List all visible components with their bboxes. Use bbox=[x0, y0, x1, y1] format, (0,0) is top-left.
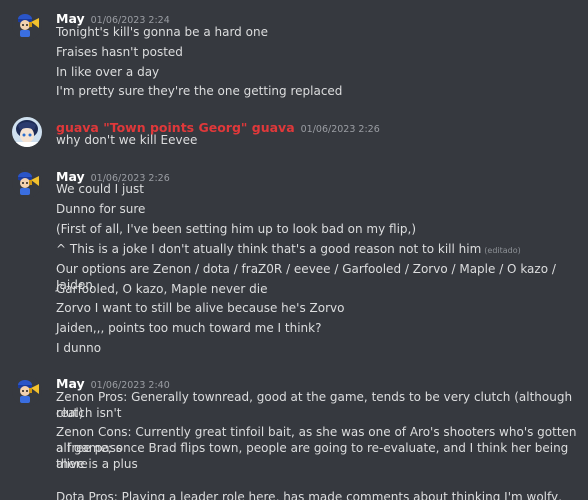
mascot-avatar-icon bbox=[12, 10, 42, 40]
message-line: real) bbox=[56, 406, 84, 420]
message-text: ^ This is a joke I don't atually think t… bbox=[56, 242, 482, 256]
user-avatar[interactable] bbox=[12, 10, 42, 40]
message-line: I'm pretty sure they're the one getting … bbox=[56, 84, 343, 98]
message-line: I dunno bbox=[56, 341, 102, 355]
user-avatar[interactable] bbox=[12, 168, 42, 198]
message-line: why don't we kill Eevee bbox=[56, 133, 198, 147]
message-line: Jaiden,,, points too much toward me I th… bbox=[56, 321, 322, 335]
message-line: ^ This is a joke I don't atually think t… bbox=[56, 241, 580, 259]
message-line: Zorvo I want to still be alive because h… bbox=[56, 301, 345, 315]
message-line: there bbox=[56, 457, 88, 471]
message-line: Dunno for sure bbox=[56, 202, 146, 216]
mascot-avatar-icon bbox=[12, 376, 42, 406]
message-line: Tonight's kill's gonna be a hard one bbox=[56, 25, 268, 39]
message-line: Garfooled, O kazo, Maple never die bbox=[56, 282, 268, 296]
edited-label: (editado) bbox=[484, 246, 521, 255]
message-line: In like over a day bbox=[56, 65, 160, 79]
message-line: Dota Pros: Playing a leader role here, h… bbox=[56, 490, 562, 500]
message-line: (First of all, I've been setting him up … bbox=[56, 222, 417, 236]
user-avatar[interactable] bbox=[12, 376, 42, 406]
message-line: Fraises hasn't posted bbox=[56, 45, 183, 59]
mascot-avatar-icon bbox=[12, 168, 42, 198]
message-line: We could I just bbox=[56, 182, 144, 196]
user-avatar[interactable] bbox=[12, 117, 42, 147]
anime-avatar-icon bbox=[12, 117, 42, 147]
